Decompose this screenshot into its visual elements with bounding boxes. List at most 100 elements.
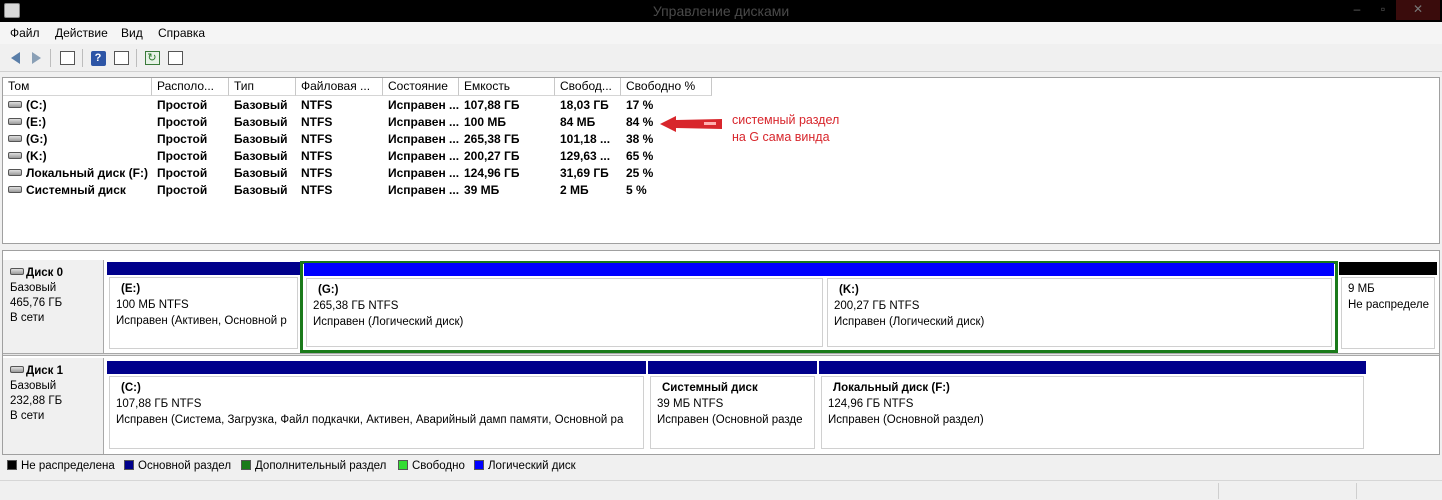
partition-k[interactable]: (K:) 200,27 ГБ NTFS Исправен (Логический… xyxy=(825,263,1334,349)
table-cell-text: 65 % xyxy=(626,149,654,163)
table-cell: 200,27 ГБ xyxy=(464,148,555,165)
partition-f[interactable]: Локальный диск (F:) 124,96 ГБ NTFS Испра… xyxy=(819,361,1366,451)
console-tree-icon[interactable] xyxy=(58,49,76,67)
refresh-icon[interactable]: ↻ xyxy=(143,49,161,67)
settings-icon[interactable] xyxy=(166,49,184,67)
properties-icon[interactable] xyxy=(112,49,130,67)
table-cell-text: 101,18 ... xyxy=(560,132,611,146)
menu-view[interactable]: Вид xyxy=(121,26,143,40)
table-cell: Базовый xyxy=(234,114,296,131)
partition-g[interactable]: (G:) 265,38 ГБ NTFS Исправен (Логический… xyxy=(304,263,825,349)
column-header-status[interactable]: Состояние xyxy=(383,78,459,96)
column-header-layout[interactable]: Располо... xyxy=(152,78,229,96)
partition-name: (E:) xyxy=(121,283,141,295)
column-header-type[interactable]: Тип xyxy=(229,78,296,96)
table-row[interactable]: Системный диск Простой Базовый NTFS Исправен… xyxy=(3,182,1439,199)
status-divider xyxy=(1218,483,1219,499)
table-cell-text: 39 МБ xyxy=(464,183,500,197)
partition-size: 200,27 ГБ NTFS xyxy=(834,300,920,312)
toolbar: ? ↻ xyxy=(0,44,1442,72)
annotation-line-2: на G сама винда xyxy=(732,130,830,144)
table-cell: (E:) xyxy=(8,114,152,131)
table-cell-text: 200,27 ГБ xyxy=(464,149,520,163)
forward-arrow-icon[interactable] xyxy=(27,49,45,67)
disk-1-name: Диск 1 xyxy=(26,365,64,377)
table-row[interactable]: (K:) Простой Базовый NTFS Исправен ... 200,27… xyxy=(3,148,1439,165)
menu-action[interactable]: Действие xyxy=(55,26,108,40)
toolbar-separator xyxy=(82,49,83,67)
column-header-volume[interactable]: Том xyxy=(3,78,152,96)
table-cell: Исправен ... xyxy=(388,165,459,182)
table-row[interactable]: Локальный диск (F:) Простой Базовый NTFS Исп… xyxy=(3,165,1439,182)
table-cell-text: Базовый xyxy=(234,149,288,163)
maximize-button[interactable]: ▫ xyxy=(1370,0,1396,20)
table-cell-text: Исправен ... xyxy=(388,132,459,146)
table-cell: Простой xyxy=(157,114,229,131)
table-cell: NTFS xyxy=(301,114,383,131)
partition-name: (G:) xyxy=(318,284,339,296)
disk-icon xyxy=(10,366,24,374)
column-header-filesystem[interactable]: Файловая ... xyxy=(296,78,383,96)
table-cell: NTFS xyxy=(301,165,383,182)
table-cell-text: NTFS xyxy=(301,132,333,146)
table-row[interactable]: (C:) Простой Базовый NTFS Исправен ... 107,88… xyxy=(3,97,1439,114)
disk-1-label[interactable]: Диск 1 Базовый 232,88 ГБ В сети xyxy=(3,358,104,454)
table-cell: Базовый xyxy=(234,148,296,165)
table-cell-text: Системный диск xyxy=(26,183,126,197)
table-cell: 5 % xyxy=(626,182,712,199)
table-cell-text: 18,03 ГБ xyxy=(560,98,609,112)
legend-label: Основной раздел xyxy=(138,460,232,472)
disk-1-state: В сети xyxy=(10,410,45,422)
table-cell-text: Базовый xyxy=(234,98,288,112)
table-cell-text: 265,38 ГБ xyxy=(464,132,520,146)
partition-size: 124,96 ГБ NTFS xyxy=(828,398,914,410)
partition-unallocated[interactable]: 9 МБ Не распределе xyxy=(1339,262,1437,351)
menu-file[interactable]: Файл xyxy=(10,26,40,40)
table-cell: 31,69 ГБ xyxy=(560,165,621,182)
column-header-free[interactable]: Свобод... xyxy=(555,78,621,96)
table-cell-text: Локальный диск (F:) xyxy=(26,166,148,180)
table-cell-text: (E:) xyxy=(26,115,46,129)
legend-swatch xyxy=(241,459,251,470)
partition-e[interactable]: (E:) 100 МБ NTFS Исправен (Активен, Осно… xyxy=(107,262,300,351)
help-icon[interactable]: ? xyxy=(89,49,107,67)
close-button[interactable]: ✕ xyxy=(1396,0,1440,20)
toolbar-separator xyxy=(50,49,51,67)
partition-bar xyxy=(107,262,300,275)
table-cell: 129,63 ... xyxy=(560,148,621,165)
disk-1-size: 232,88 ГБ xyxy=(10,395,63,407)
disk-0-label[interactable]: Диск 0 Базовый 465,76 ГБ В сети xyxy=(3,260,104,354)
minimize-button[interactable]: – xyxy=(1344,0,1370,20)
table-cell-text: 107,88 ГБ xyxy=(464,98,520,112)
column-header-free-percent[interactable]: Свободно % xyxy=(621,78,712,96)
table-cell: Простой xyxy=(157,97,229,114)
column-header-capacity[interactable]: Емкость xyxy=(459,78,555,96)
table-cell: 84 МБ xyxy=(560,114,621,131)
table-cell: 2 МБ xyxy=(560,182,621,199)
table-cell-text: Базовый xyxy=(234,115,288,129)
partition-status: Исправен (Основной разде xyxy=(657,414,803,426)
table-cell: 124,96 ГБ xyxy=(464,165,555,182)
partition-c[interactable]: (C:) 107,88 ГБ NTFS Исправен (Система, З… xyxy=(107,361,646,451)
back-arrow-icon[interactable] xyxy=(6,49,24,67)
legend: Не распределена Основной раздел Дополнит… xyxy=(0,456,1442,478)
legend-extended: Дополнительный раздел xyxy=(241,459,386,472)
table-cell-text: 38 % xyxy=(626,132,654,146)
table-cell-text: NTFS xyxy=(301,183,333,197)
table-cell: 39 МБ xyxy=(464,182,555,199)
table-cell-text: 2 МБ xyxy=(560,183,589,197)
table-row[interactable]: (G:) Простой Базовый NTFS Исправен ... 265,38… xyxy=(3,131,1439,148)
volume-disk-icon xyxy=(8,118,22,126)
table-cell: 265,38 ГБ xyxy=(464,131,555,148)
table-cell: Простой xyxy=(157,148,229,165)
partition-bar xyxy=(107,361,646,374)
partition-bar xyxy=(304,263,825,276)
table-cell: 65 % xyxy=(626,148,712,165)
table-cell-text: 25 % xyxy=(626,166,654,180)
partition-system[interactable]: Системный диск 39 МБ NTFS Исправен (Осно… xyxy=(648,361,817,451)
disk-icon xyxy=(10,268,24,276)
table-cell: Простой xyxy=(157,165,229,182)
legend-swatch xyxy=(474,459,484,470)
menu-help[interactable]: Справка xyxy=(158,26,205,40)
annotation-line-1: системный раздел xyxy=(732,113,840,127)
